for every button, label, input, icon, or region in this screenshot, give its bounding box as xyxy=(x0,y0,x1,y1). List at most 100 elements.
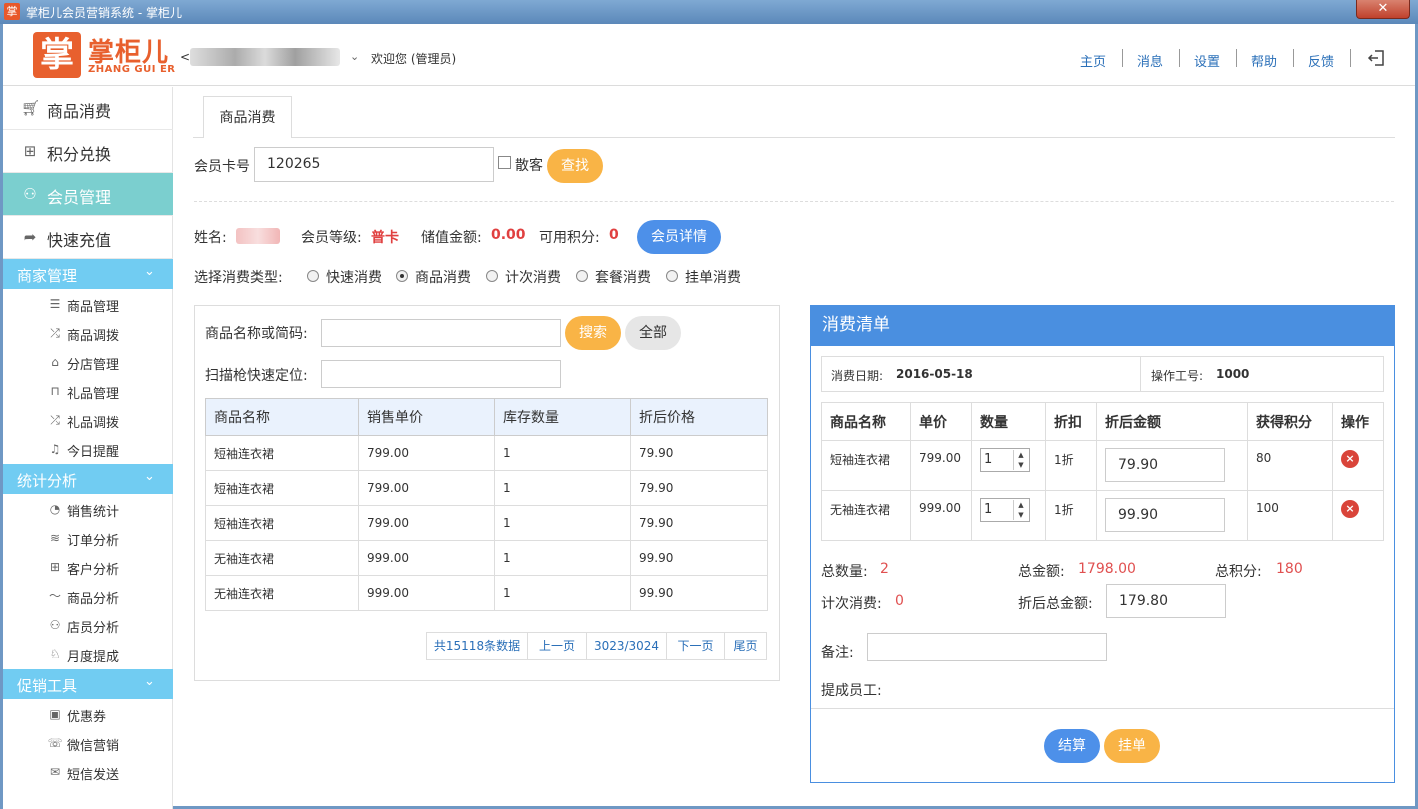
commission-staff-label: 提成员工: xyxy=(821,683,882,699)
radio-package[interactable] xyxy=(576,270,588,282)
column-header: 商品名称 xyxy=(205,398,359,436)
sidebar-group-label: 促销工具 xyxy=(17,677,78,695)
stepper-arrows-icon[interactable]: ▲ ▼ xyxy=(1013,500,1028,520)
member-level-value: 普卡 xyxy=(371,230,399,246)
card-number-input[interactable]: 120265 xyxy=(254,147,494,182)
remark-input[interactable] xyxy=(867,633,1107,661)
sidebar-item-goods-transfer[interactable]: ⤮ 商品调拨 xyxy=(3,319,173,348)
table-row[interactable]: 无袖连衣裙 999.00 1 99.90 xyxy=(205,540,768,576)
all-button[interactable]: 全部 xyxy=(625,316,681,350)
total-amount-label: 总金额: xyxy=(1018,564,1065,580)
scan-input[interactable] xyxy=(321,360,561,388)
quantity-value: 1 xyxy=(984,452,993,467)
radio-goods[interactable] xyxy=(396,270,408,282)
sidebar-item-sms-send[interactable]: ✉ 短信发送 xyxy=(3,758,173,787)
settle-button[interactable]: 结算 xyxy=(1044,729,1100,763)
remark-label: 备注: xyxy=(821,645,854,661)
amount-input[interactable]: 99.90 xyxy=(1105,498,1225,532)
table-row[interactable]: 短袖连衣裙 799.00 1 79.90 xyxy=(205,505,768,541)
sidebar-group-statistics[interactable]: 统计分析 ⌄ xyxy=(3,464,173,494)
sidebar-item-branch-manage[interactable]: ⌂ 分店管理 xyxy=(3,348,173,377)
consume-type-label: 选择消费类型: xyxy=(194,270,283,286)
cell: 80 xyxy=(1247,440,1333,491)
column-header: 单价 xyxy=(910,402,972,441)
search-button[interactable]: 搜索 xyxy=(565,316,621,350)
cell: 799.00 xyxy=(358,505,495,541)
table-row[interactable]: 无袖连衣裙 999.00 1 99.90 xyxy=(205,575,768,611)
store-prefix[interactable]: < xyxy=(180,50,190,64)
table-row[interactable]: 短袖连衣裙 799.00 1 79.90 xyxy=(205,470,768,506)
cell: 799.00 xyxy=(358,470,495,506)
chevron-down-icon: ⌄ xyxy=(144,264,155,279)
sidebar-item-goods-consume[interactable]: 🛒︎ 商品消费 xyxy=(3,87,173,130)
sidebar-item-wechat-marketing[interactable]: ☏ 微信营销 xyxy=(3,729,173,758)
cell: × xyxy=(1332,440,1384,491)
member-detail-button[interactable]: 会员详情 xyxy=(637,220,721,254)
table-row[interactable]: 短袖连衣裙 799.00 1 79.90 xyxy=(205,435,768,471)
sidebar-item-goods-manage[interactable]: ☰ 商品管理 xyxy=(3,290,173,319)
cell: 短袖连衣裙 xyxy=(205,505,359,541)
chevron-down-icon[interactable]: ⌄ xyxy=(350,50,359,63)
sidebar-item-points-exchange[interactable]: ⊞ 积分兑换 xyxy=(3,130,173,173)
radio-quick-label: 快速消费 xyxy=(326,270,382,286)
cell: 100 xyxy=(1247,490,1333,541)
pager-last-button[interactable]: 尾页 xyxy=(724,632,767,660)
quantity-stepper[interactable]: 1 ▲ ▼ xyxy=(980,498,1030,522)
sidebar-group-promotion[interactable]: 促销工具 ⌄ xyxy=(3,669,173,699)
sidebar-item-member-management[interactable]: ⚇ 会员管理 xyxy=(3,173,173,216)
sidebar-item-order-analysis[interactable]: ≋ 订单分析 xyxy=(3,524,173,553)
cell: 799.00 xyxy=(910,440,972,491)
pager-prev-button[interactable]: 上一页 xyxy=(527,632,587,660)
sidebar-item-customer-analysis[interactable]: ⊞ 客户分析 xyxy=(3,553,173,582)
store-selector-blurred[interactable] xyxy=(190,48,340,66)
sidebar-item-today-reminder[interactable]: ♫ 今日提醒 xyxy=(3,435,173,464)
tab-goods-consume[interactable]: 商品消费 xyxy=(203,96,292,138)
amount-input[interactable]: 79.90 xyxy=(1105,448,1225,482)
nav-divider xyxy=(1293,49,1294,67)
points-value: 0 xyxy=(609,227,619,243)
sidebar-item-quick-recharge[interactable]: ➦ 快速充值 xyxy=(3,216,173,259)
sidebar-item-monthly-commission[interactable]: ♘ 月度提成 xyxy=(3,640,173,669)
nav-help[interactable]: 帮助 xyxy=(1251,51,1277,70)
nav-settings[interactable]: 设置 xyxy=(1194,51,1220,70)
quantity-stepper[interactable]: 1 ▲ ▼ xyxy=(980,448,1030,472)
card-number-label: 会员卡号 xyxy=(194,159,250,175)
pager-next-button[interactable]: 下一页 xyxy=(666,632,725,660)
sidebar-item-clerk-analysis[interactable]: ⚇ 店员分析 xyxy=(3,611,173,640)
sidebar-item-gift-transfer[interactable]: ⤮ 礼品调拨 xyxy=(3,406,173,435)
radio-count[interactable] xyxy=(486,270,498,282)
bell-icon: ♫ xyxy=(49,442,61,456)
cart-icon: 🛒︎ xyxy=(21,99,41,117)
stepper-arrows-icon[interactable]: ▲ ▼ xyxy=(1013,450,1028,470)
total-qty-value: 2 xyxy=(880,561,889,577)
walkin-checkbox[interactable] xyxy=(498,156,511,169)
divider xyxy=(194,201,1394,202)
points-label: 可用积分: xyxy=(539,230,600,246)
sidebar-group-merchant[interactable]: 商家管理 ⌄ xyxy=(3,259,173,289)
product-search-input[interactable] xyxy=(321,319,561,347)
radio-quick[interactable] xyxy=(307,270,319,282)
radio-hold[interactable] xyxy=(666,270,678,282)
sidebar-item-gift-manage[interactable]: ⊓ 礼品管理 xyxy=(3,377,173,406)
sidebar-item-coupon[interactable]: ▣ 优惠券 xyxy=(3,700,173,729)
delete-icon[interactable]: × xyxy=(1341,500,1359,518)
total-points-value: 180 xyxy=(1276,561,1303,577)
discount-total-input[interactable]: 179.80 xyxy=(1106,584,1226,618)
sidebar-item-sales-stats[interactable]: ◔ 销售统计 xyxy=(3,495,173,524)
find-button[interactable]: 查找 xyxy=(547,149,603,183)
hold-button[interactable]: 挂单 xyxy=(1104,729,1160,763)
pie-icon: ◔ xyxy=(49,502,61,516)
sidebar-item-goods-analysis[interactable]: 〜商品分析 xyxy=(3,582,173,611)
window-close-button[interactable]: ✕ xyxy=(1356,0,1410,19)
nav-home[interactable]: 主页 xyxy=(1080,51,1106,70)
logout-icon[interactable] xyxy=(1366,48,1386,68)
cell: 99.90 xyxy=(1096,490,1248,541)
sidebar-item-label: 微信营销 xyxy=(67,739,120,754)
cell: 短袖连衣裙 xyxy=(821,440,911,491)
nav-feedback[interactable]: 反馈 xyxy=(1308,51,1334,70)
delete-icon[interactable]: × xyxy=(1341,450,1359,468)
product-table: 商品名称 销售单价 库存数量 折后价格 短袖连衣裙 799.00 1 79.90 短袖… xyxy=(205,398,768,611)
sidebar-item-label: 商品调拨 xyxy=(67,329,120,344)
cell: 99.90 xyxy=(630,540,768,576)
nav-messages[interactable]: 消息 xyxy=(1137,51,1163,70)
